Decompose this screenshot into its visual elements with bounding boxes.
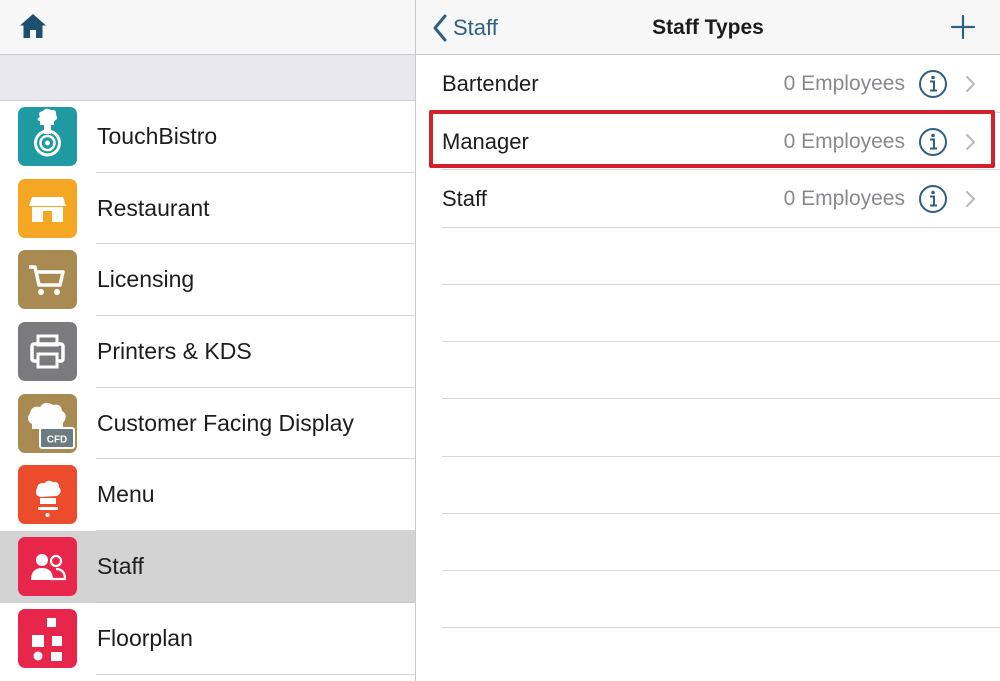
empty-row-divider xyxy=(442,456,1000,457)
restaurant-store-icon xyxy=(18,178,77,238)
sidebar-item-touchbistro[interactable]: TouchBistro xyxy=(0,101,415,173)
touchbistro-icon xyxy=(18,107,77,166)
plus-icon xyxy=(950,14,976,40)
sidebar-item-label: Floorplan xyxy=(97,624,193,651)
sidebar-item-printers-kds[interactable]: Printers & KDS xyxy=(0,316,415,388)
sidebar-item-customer-facing-display[interactable]: CFD Customer Facing Display xyxy=(0,387,415,460)
sidebar-section-header xyxy=(0,55,415,101)
empty-row-divider xyxy=(442,398,1000,399)
add-staff-type-button[interactable] xyxy=(948,12,978,42)
empty-row-divider xyxy=(442,627,1000,628)
staff-type-label: Bartender xyxy=(442,71,539,96)
chevron-left-icon xyxy=(433,14,447,41)
staff-type-label: Staff xyxy=(442,186,487,211)
sidebar-item-label: Licensing xyxy=(97,266,195,293)
empty-row-divider xyxy=(442,284,1000,285)
sidebar-item-label: Customer Facing Display xyxy=(97,409,354,436)
chef-hat-icon xyxy=(18,465,77,525)
cart-icon xyxy=(18,250,77,310)
sidebar-item-label: Restaurant xyxy=(97,194,210,221)
employee-count: 0 Employees xyxy=(783,72,905,95)
info-icon[interactable] xyxy=(918,184,948,214)
divider xyxy=(96,673,415,675)
sidebar-item-label: TouchBistro xyxy=(97,123,218,149)
staff-people-icon xyxy=(18,537,77,597)
sidebar-item-staff[interactable]: Staff xyxy=(0,531,415,603)
sidebar-item-floorplan[interactable]: Floorplan xyxy=(0,602,415,675)
sidebar-item-label: Menu xyxy=(97,481,155,508)
chevron-right-icon xyxy=(966,191,975,207)
settings-sidebar: TouchBistro Restaurant Licensing Printer… xyxy=(0,0,415,681)
svg-text:CFD: CFD xyxy=(47,434,68,445)
staff-type-label: Manager xyxy=(442,128,529,154)
sidebar-navbar xyxy=(0,0,415,55)
info-icon[interactable] xyxy=(918,69,948,99)
staff-type-row-manager[interactable]: Manager 0 Employees xyxy=(442,113,1000,170)
page-title: Staff Types xyxy=(652,16,764,39)
staff-type-row-staff[interactable]: Staff 0 Employees xyxy=(442,170,1000,228)
back-button-label: Staff xyxy=(453,14,498,40)
back-button[interactable]: Staff xyxy=(432,0,498,55)
chevron-right-icon xyxy=(966,133,975,150)
empty-row-divider xyxy=(442,341,1000,342)
sidebar-item-licensing[interactable]: Licensing xyxy=(0,244,415,317)
cfd-chef-hat-icon: CFD xyxy=(18,393,77,453)
staff-types-pane: Staff Staff Types Bartender 0 Employees … xyxy=(416,0,1000,681)
sidebar-item-restaurant[interactable]: Restaurant xyxy=(0,172,415,245)
printer-icon xyxy=(18,322,77,382)
empty-row-divider xyxy=(442,570,1000,571)
employee-count: 0 Employees xyxy=(783,187,905,210)
home-icon[interactable] xyxy=(18,11,48,41)
chevron-right-icon xyxy=(966,76,975,92)
sidebar-item-label: Printers & KDS xyxy=(97,338,252,365)
floorplan-icon xyxy=(18,608,77,668)
sidebar-menu: TouchBistro Restaurant Licensing Printer… xyxy=(0,101,415,675)
employee-count: 0 Employees xyxy=(783,129,905,153)
detail-navbar: Staff Staff Types xyxy=(416,0,1000,55)
sidebar-item-label: Staff xyxy=(97,553,144,580)
divider xyxy=(442,226,1000,228)
empty-row-divider xyxy=(442,513,1000,514)
sidebar-item-menu[interactable]: Menu xyxy=(0,459,415,532)
staff-type-row-bartender[interactable]: Bartender 0 Employees xyxy=(442,55,1000,113)
info-icon[interactable] xyxy=(918,127,948,157)
